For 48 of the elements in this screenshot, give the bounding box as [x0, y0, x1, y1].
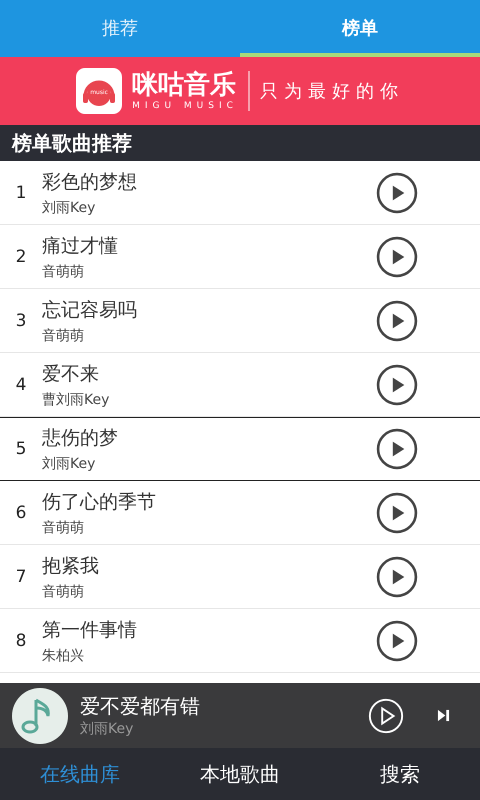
play-icon[interactable] [376, 428, 418, 470]
song-title: 第一件事情 [42, 618, 138, 642]
song-rank: 8 [14, 630, 28, 650]
song-artist: 音萌萌 [42, 262, 85, 280]
song-row[interactable]: 8 第一件事情 朱柏兴 [0, 609, 480, 673]
song-title: 伤了心的季节 [42, 490, 157, 514]
song-artist: 刘雨Key [42, 198, 96, 216]
brand-latin-name: MIGU MUSIC [132, 100, 238, 112]
brand-name: 咪咕音乐 [132, 70, 236, 100]
play-icon[interactable] [376, 364, 418, 406]
song-rank: 4 [14, 374, 28, 394]
song-row[interactable]: 5 悲伤的梦 刘雨Key [0, 417, 480, 481]
song-row[interactable]: 2 痛过才懂 音萌萌 [0, 225, 480, 289]
slogan: 只为最好的你 [260, 80, 404, 103]
song-row[interactable]: 1 彩色的梦想 刘雨Key [0, 161, 480, 225]
play-icon[interactable] [376, 620, 418, 662]
song-artist: 朱柏兴 [42, 646, 85, 664]
song-row[interactable]: 4 爱不来 曹刘雨Key [0, 353, 480, 417]
play-icon[interactable] [376, 236, 418, 278]
now-playing-artist: 刘雨Key [80, 720, 134, 738]
song-row[interactable]: 6 伤了心的季节 音萌萌 [0, 481, 480, 545]
song-title: 悲伤的梦 [42, 426, 119, 451]
song-rank: 2 [14, 246, 28, 266]
song-artist: 音萌萌 [42, 582, 85, 600]
song-rank: 6 [14, 502, 28, 522]
play-icon[interactable] [376, 300, 418, 342]
song-rank: 7 [14, 566, 28, 586]
song-rank: 3 [14, 310, 28, 330]
song-artist: 曹刘雨Key [42, 390, 110, 408]
song-artist: 音萌萌 [42, 326, 85, 344]
play-icon[interactable] [376, 172, 418, 214]
music-note-icon [12, 688, 68, 744]
song-rank: 1 [14, 182, 28, 202]
song-title: 抱紧我 [42, 554, 100, 578]
song-title: 爱不来 [42, 362, 100, 386]
section-title: 榜单歌曲推荐 [12, 130, 132, 156]
song-title: 痛过才懂 [42, 234, 119, 258]
song-title: 彩色的梦想 [42, 170, 138, 194]
play-icon[interactable] [376, 556, 418, 598]
play-icon[interactable] [376, 492, 418, 534]
now-playing-title: 爱不爱都有错 [80, 693, 201, 720]
song-row[interactable]: 3 忘记容易吗 音萌萌 [0, 289, 480, 353]
song-row[interactable]: 7 抱紧我 音萌萌 [0, 545, 480, 609]
skip-next-icon[interactable] [437, 709, 450, 722]
song-title: 忘记容易吗 [42, 298, 138, 322]
song-artist: 音萌萌 [42, 518, 85, 536]
song-artist: 刘雨Key [42, 455, 96, 473]
song-rank: 5 [14, 439, 28, 459]
